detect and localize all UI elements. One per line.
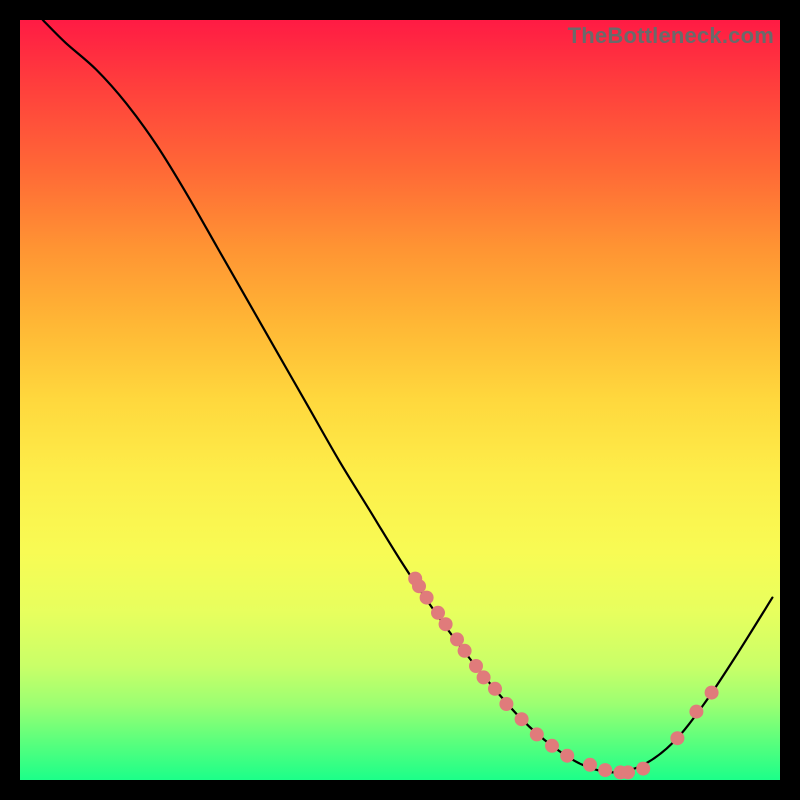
data-point <box>705 686 719 700</box>
data-point <box>412 579 426 593</box>
data-point <box>689 705 703 719</box>
data-point <box>670 731 684 745</box>
data-point <box>469 659 483 673</box>
plot-area: TheBottleneck.com <box>20 20 780 780</box>
data-point <box>488 682 502 696</box>
data-point <box>598 763 612 777</box>
data-point <box>450 632 464 646</box>
data-point <box>477 670 491 684</box>
data-point <box>439 617 453 631</box>
data-point <box>458 644 472 658</box>
data-point <box>499 697 513 711</box>
data-point <box>530 727 544 741</box>
data-point <box>431 606 445 620</box>
chart-svg <box>20 20 780 780</box>
data-point <box>545 739 559 753</box>
data-point <box>636 762 650 776</box>
bottleneck-curve <box>43 20 773 772</box>
data-point <box>621 765 635 779</box>
data-point <box>560 749 574 763</box>
data-point <box>515 712 529 726</box>
data-point <box>583 758 597 772</box>
data-point <box>420 591 434 605</box>
